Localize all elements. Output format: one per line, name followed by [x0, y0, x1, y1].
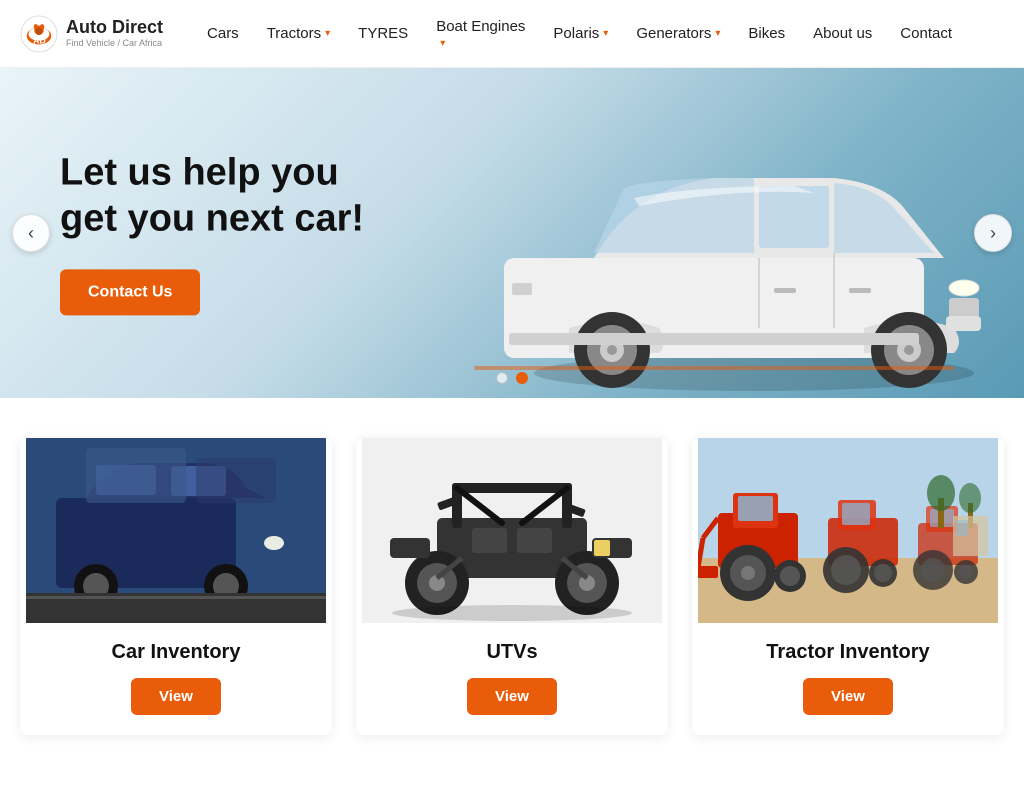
inventory-card-utvs: UTVs View — [356, 438, 668, 735]
brand-title: Auto Direct — [66, 18, 163, 38]
tractors-chevron-icon: ▾ — [325, 28, 330, 39]
nav-item-bikes[interactable]: Bikes — [734, 0, 799, 68]
nav-item-cars[interactable]: Cars — [193, 0, 253, 68]
inventory-card-tractors: Tractor Inventory View — [692, 438, 1004, 735]
tractors-card-title: Tractor Inventory — [712, 641, 984, 664]
nav-item-boat-engines[interactable]: Boat Engines ▾ — [422, 0, 539, 68]
nav-item-generators[interactable]: Generators ▾ — [622, 0, 734, 68]
nav-item-polaris[interactable]: Polaris ▾ — [539, 0, 622, 68]
utvs-image — [356, 438, 668, 623]
nav-links: Cars Tractors ▾ TYRES Boat Engines ▾ Pol… — [193, 0, 1004, 68]
utvs-card-body: UTVs View — [356, 623, 668, 735]
navbar: AD Auto Direct Find Vehicle / Car Africa… — [0, 0, 1024, 68]
brand-logo-link[interactable]: AD Auto Direct Find Vehicle / Car Africa — [20, 15, 163, 53]
utvs-card-title: UTVs — [376, 641, 648, 664]
generators-chevron-icon: ▾ — [715, 28, 720, 39]
utvs-view-button[interactable]: View — [467, 678, 557, 715]
cars-image — [20, 438, 332, 623]
chevron-right-icon: › — [990, 223, 996, 244]
slider-dot-2[interactable] — [516, 372, 528, 384]
nav-item-about[interactable]: About us — [799, 0, 886, 68]
hero-cta-button[interactable]: Contact Us — [60, 270, 200, 316]
hero-car-image — [374, 98, 1024, 398]
cars-view-button[interactable]: View — [131, 678, 221, 715]
polaris-chevron-icon: ▾ — [603, 28, 608, 39]
tractors-image — [692, 438, 1004, 623]
hero-title: Let us help you get you next car! — [60, 150, 364, 241]
boat-engines-chevron-icon: ▾ — [440, 37, 445, 50]
chevron-left-icon: ‹ — [28, 223, 34, 244]
nav-item-tyres[interactable]: TYRES — [344, 0, 422, 68]
slider-prev-button[interactable]: ‹ — [12, 214, 50, 252]
slider-dots — [496, 372, 528, 384]
nav-item-contact[interactable]: Contact — [886, 0, 966, 68]
brand-logo-icon: AD — [20, 15, 58, 53]
slider-next-button[interactable]: › — [974, 214, 1012, 252]
hero-slider: ‹ Let us help you get you next car! Cont… — [0, 68, 1024, 398]
cars-card-title: Car Inventory — [40, 641, 312, 664]
nav-item-tractors[interactable]: Tractors ▾ — [253, 0, 344, 68]
inventory-card-cars: Car Inventory View — [20, 438, 332, 735]
inventory-section: Car Inventory View — [0, 398, 1024, 795]
tractors-card-body: Tractor Inventory View — [692, 623, 1004, 735]
cars-card-body: Car Inventory View — [20, 623, 332, 735]
svg-text:AD: AD — [33, 35, 45, 45]
brand-subtitle: Find Vehicle / Car Africa — [66, 38, 163, 49]
brand-text: Auto Direct Find Vehicle / Car Africa — [66, 18, 163, 49]
tractors-view-button[interactable]: View — [803, 678, 893, 715]
hero-content: Let us help you get you next car! Contac… — [60, 150, 364, 315]
slider-dot-1[interactable] — [496, 372, 508, 384]
inventory-grid: Car Inventory View — [20, 438, 1004, 735]
